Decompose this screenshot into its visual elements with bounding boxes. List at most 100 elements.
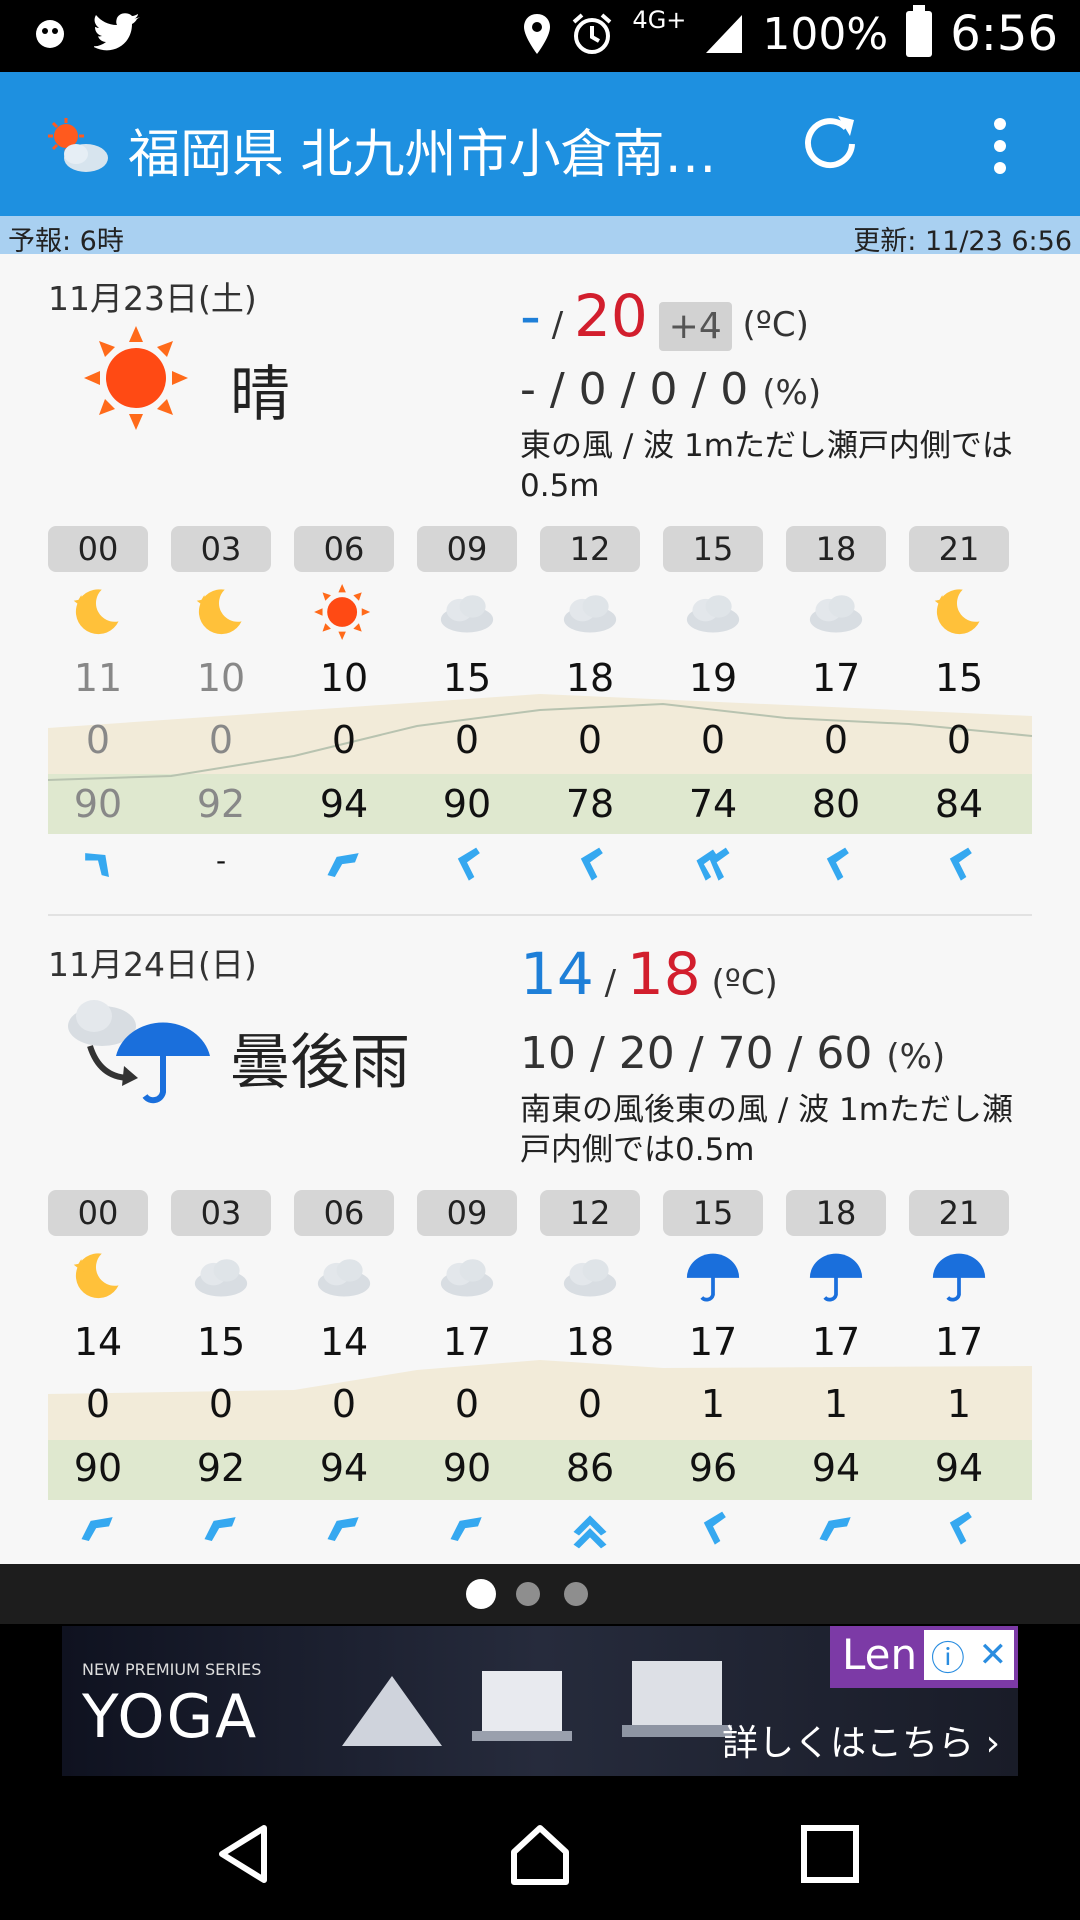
alarm-icon (573, 13, 612, 54)
temp-unit: (ºC) (742, 305, 809, 345)
temp-min: 14 (520, 940, 594, 1008)
day-separator (48, 914, 1032, 916)
wind-left-double-icon (696, 847, 730, 881)
page-indicator (0, 1564, 1080, 1624)
hour-precip: 0 (208, 1382, 234, 1426)
hour-precip: 0 (946, 718, 972, 762)
temperature-summary: 14 / 18 (ºC) (520, 940, 778, 1008)
ad-info-icon[interactable]: ⓘ (931, 1631, 965, 1680)
hour-temp: 11 (73, 656, 123, 700)
hour-humidity: 94 (319, 782, 369, 826)
twitter-icon (94, 13, 140, 51)
moon-icon (934, 589, 980, 635)
hour-label: 09 (417, 526, 517, 572)
wind-wave-text: 東の風 / 波 1mただし瀬戸内側では0.5m (520, 428, 1013, 504)
wind-left-icon (949, 847, 972, 881)
ad-banner[interactable]: NEW PREMIUM SERIES YOGA Len ⓘ ✕ 詳しくはこちら … (0, 1624, 1080, 1784)
hour-column-21: 21 17 1 94 (909, 1190, 1009, 1560)
hour-temp: 17 (442, 1320, 492, 1364)
umbrella-icon (932, 1253, 986, 1302)
hour-humidity: 90 (73, 1446, 123, 1490)
umbrella-icon (686, 1253, 740, 1302)
hour-temp: 15 (442, 656, 492, 700)
page-dot-3[interactable] (564, 1582, 588, 1606)
ad-brand-name: YOGA (82, 1682, 259, 1752)
hour-precip: 0 (577, 718, 603, 762)
rain-unit: (%) (886, 1037, 946, 1077)
hourly-grid: 00 14 0 90 03 15 0 92 06 14 0 94 09 17 0 90 12 18 0 86 15 17 1… (48, 1190, 1032, 1560)
hour-temp: 17 (811, 1320, 861, 1364)
wind-up-right-icon (81, 1517, 113, 1541)
hour-precip: 0 (454, 718, 480, 762)
moon-icon (73, 589, 119, 635)
hour-label: 03 (171, 1190, 271, 1236)
hour-column-03: 03 15 0 92 (171, 1190, 271, 1560)
hour-precip: 1 (946, 1382, 972, 1426)
hour-precip: 0 (700, 718, 726, 762)
hour-label: 06 (294, 1190, 394, 1236)
temp-diff-badge: +4 (658, 302, 732, 351)
ad-series-text: NEW PREMIUM SERIES (82, 1660, 262, 1679)
hour-temp: 10 (196, 656, 246, 700)
hour-temp: 10 (319, 656, 369, 700)
hour-label: 18 (786, 526, 886, 572)
hour-precip: 1 (823, 1382, 849, 1426)
ad-close-icon[interactable]: ✕ (979, 1635, 1008, 1675)
hour-column-06: 06 10 0 94 (294, 526, 394, 896)
hour-humidity: 86 (565, 1446, 615, 1490)
back-icon[interactable] (212, 1822, 276, 1886)
page-dot-2[interactable] (516, 1582, 540, 1606)
wind-wave-text: 南東の風後東の風 / 波 1mただし瀬戸内側では0.5m (520, 1092, 1013, 1168)
rain-probability: - / 0 / 0 / 0 (%) (520, 364, 821, 415)
hour-precip: 0 (208, 718, 234, 762)
hour-column-03: 03 10 0 92 - (171, 526, 271, 896)
hour-humidity: 74 (688, 782, 738, 826)
ad-controls[interactable]: ⓘ ✕ (924, 1630, 1014, 1680)
hour-temp: 19 (688, 656, 738, 700)
wind-up-right-icon (450, 1517, 482, 1541)
hour-temp: 14 (73, 1320, 123, 1364)
cloud-icon (317, 1259, 371, 1297)
location-title[interactable]: 福岡県 北九州市小倉南… (128, 112, 728, 187)
hour-column-00: 00 11 0 90 (48, 526, 148, 896)
wind-up-right-icon (327, 853, 359, 877)
hour-column-15: 15 17 1 96 (663, 1190, 763, 1560)
sun-icon (314, 584, 371, 640)
cloud-icon (440, 1259, 494, 1297)
day-date: 11月24日(日) (48, 945, 257, 984)
recents-icon[interactable] (798, 1822, 862, 1886)
hour-column-06: 06 14 0 94 (294, 1190, 394, 1560)
hour-temp: 18 (565, 656, 615, 700)
overflow-menu-icon[interactable] (980, 116, 1020, 176)
hour-humidity: 94 (934, 1446, 984, 1490)
hour-temp: 15 (196, 1320, 246, 1364)
system-nav-bar (0, 1784, 1080, 1920)
status-bar: 4G+ 100% 6:56 (0, 0, 1080, 72)
hour-column-09: 09 17 0 90 (417, 1190, 517, 1560)
hour-label: 18 (786, 1190, 886, 1236)
hour-label: 09 (417, 1190, 517, 1236)
ad-cta-text[interactable]: 詳しくはこちら › (722, 1714, 1000, 1766)
hour-humidity: 94 (319, 1446, 369, 1490)
sun-icon (84, 326, 188, 430)
hour-humidity: 90 (442, 782, 492, 826)
wind-left-icon (826, 847, 849, 881)
wind-up-right-icon (327, 1517, 359, 1541)
ad-content[interactable]: NEW PREMIUM SERIES YOGA Len ⓘ ✕ 詳しくはこちら … (62, 1626, 1018, 1776)
home-icon[interactable] (508, 1822, 572, 1886)
day-forecast-1: 11月23日(土) 晴 - / 20 +4 (ºC) - / 0 / 0 / 0… (0, 254, 1080, 918)
cloud-icon (809, 595, 863, 633)
hour-label: 00 (48, 1190, 148, 1236)
signal-icon (706, 15, 743, 53)
rain-values: - / 0 / 0 / 0 (520, 364, 749, 415)
day-forecast-2: 11月24日(日) 曇後雨 14 / 18 (ºC) 10 / 20 / 70 … (0, 918, 1080, 1564)
hour-precip: 0 (577, 1382, 603, 1426)
refresh-icon[interactable] (800, 112, 860, 172)
battery-icon (906, 5, 933, 57)
hour-column-12: 12 18 0 86 (540, 1190, 640, 1560)
temp-min: - (520, 282, 541, 350)
app-bar: 福岡県 北九州市小倉南… (0, 72, 1080, 216)
page-dot-1[interactable] (466, 1579, 496, 1609)
hour-label: 12 (540, 526, 640, 572)
rain-probability: 10 / 20 / 70 / 60 (%) (520, 1028, 945, 1079)
